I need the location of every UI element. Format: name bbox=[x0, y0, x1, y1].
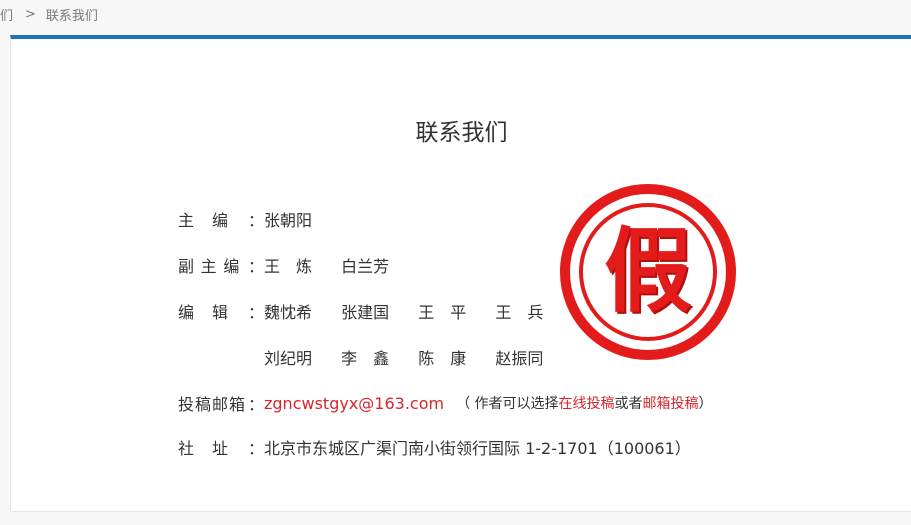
row-editors: 编 辑 ： 魏忱希 张建国 王 平 王 兵 bbox=[178, 299, 543, 323]
breadcrumb-separator: > bbox=[25, 6, 36, 22]
email-submission-link[interactable]: 邮箱投稿 bbox=[643, 396, 699, 412]
submission-note: （ 作者可以选择在线投稿或者邮箱投稿） bbox=[456, 396, 713, 412]
editor-names-row-2: 刘纪明 李 鑫 陈 康 赵振同 bbox=[264, 349, 544, 368]
breadcrumb-parent[interactable]: 们 bbox=[0, 5, 13, 24]
label-editor: 主 编 ： bbox=[178, 211, 264, 230]
row-address: 社 址 ： 北京市东城区广渠门南小街领行国际 1-2-1701（100061） bbox=[178, 435, 691, 459]
label-deputy-editor: 副 主 编 ： bbox=[178, 257, 264, 276]
row-deputy-editor: 副 主 编 ： 王 炼 白兰芳 bbox=[178, 253, 389, 277]
breadcrumb: 们 > 联系我们 bbox=[0, 5, 98, 24]
fake-stamp: 假 bbox=[560, 184, 736, 360]
row-editor: 主 编 ： 张朝阳 bbox=[178, 207, 312, 231]
content-card: 联系我们 主 编 ： 张朝阳 副 主 编 ： 王 炼 白兰芳 编 辑 ： 魏忱希 bbox=[10, 35, 911, 512]
row-editors-continued: 刘纪明 李 鑫 陈 康 赵振同 bbox=[178, 345, 543, 369]
address-value: 北京市东城区广渠门南小街领行国际 1-2-1701（100061） bbox=[264, 439, 691, 458]
fake-stamp-text: 假 bbox=[604, 218, 692, 325]
deputy-editor-names: 王 炼 白兰芳 bbox=[264, 257, 390, 276]
editor-names: 张朝阳 bbox=[264, 211, 313, 230]
online-submission-link[interactable]: 在线投稿 bbox=[559, 396, 615, 412]
page-title: 联系我们 bbox=[415, 120, 508, 146]
fake-stamp-ring: 假 bbox=[579, 203, 717, 341]
label-submission: 投 稿 邮 箱 ： bbox=[178, 395, 264, 414]
breadcrumb-current: 联系我们 bbox=[45, 8, 98, 24]
row-submission: 投 稿 邮 箱 ： zgncwstgyx@163.com （ 作者可以选择在线投… bbox=[178, 391, 713, 415]
label-editors: 编 辑 ： bbox=[178, 303, 264, 322]
label-address: 社 址 ： bbox=[178, 439, 264, 458]
submission-email-link[interactable]: zgncwstgyx@163.com bbox=[264, 394, 444, 413]
editor-names-row-1: 魏忱希 张建国 王 平 王 兵 bbox=[264, 303, 544, 322]
